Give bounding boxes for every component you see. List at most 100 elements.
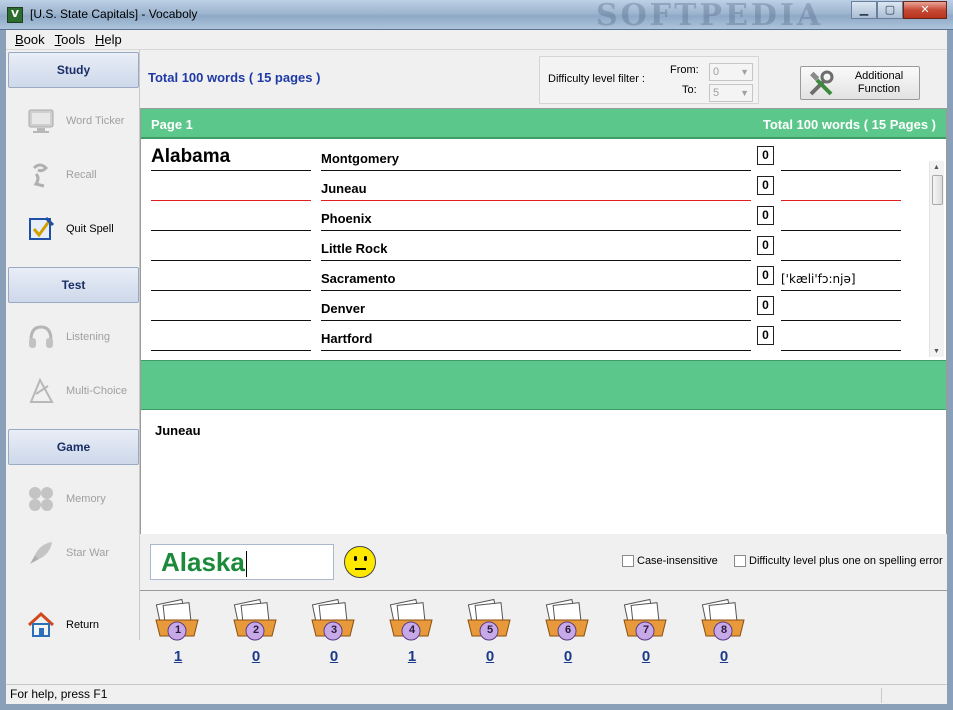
menu-help[interactable]: Help	[90, 32, 127, 47]
answer-strip: Alaska Case-insensitive Difficulty level…	[140, 534, 947, 590]
total-words-summary: Total 100 words ( 15 pages )	[148, 70, 321, 85]
recall-button[interactable]: Recall	[8, 150, 139, 200]
game-header[interactable]: Game	[8, 429, 139, 465]
filter-label: Difficulty level filter :	[548, 73, 645, 85]
review-box[interactable]: 3 0	[306, 598, 366, 670]
word-row-selected[interactable]: Juneau 0	[141, 171, 929, 201]
difficulty-filter: Difficulty level filter : From: 0 ▼ To: 5…	[539, 56, 759, 104]
review-box[interactable]: 7 0	[618, 598, 678, 670]
error-count: 0	[757, 146, 774, 165]
checkbox-box[interactable]	[622, 555, 634, 567]
answer-value: Alaska	[161, 547, 245, 577]
checkbox-box[interactable]	[734, 555, 746, 567]
page-header: Page 1 Total 100 words ( 15 Pages )	[141, 109, 946, 139]
box-number: 1	[174, 624, 182, 636]
resize-grip[interactable]	[881, 688, 945, 703]
monitor-icon	[24, 104, 58, 138]
word-row[interactable]: Denver 0	[141, 291, 929, 321]
review-box[interactable]: 5 0	[462, 598, 522, 670]
review-box[interactable]: 2 0	[228, 598, 288, 670]
meaning-text: Juneau	[321, 181, 367, 196]
home-icon	[24, 608, 58, 642]
box-number: 7	[642, 624, 650, 636]
box-number: 2	[252, 624, 260, 636]
box-count-link[interactable]: 0	[306, 648, 362, 665]
box-count-link[interactable]: 0	[696, 648, 752, 665]
review-box[interactable]: 6 0	[540, 598, 600, 670]
difficulty-plus-label: Difficulty level plus one on spelling er…	[749, 555, 943, 567]
meaning-text: Little Rock	[321, 241, 388, 256]
to-label: To:	[682, 84, 697, 96]
additional-function-button[interactable]: Additional Function	[800, 66, 920, 100]
review-box[interactable]: 4 1	[384, 598, 444, 670]
page-label: Page 1	[151, 117, 193, 132]
word-ticker-button[interactable]: Word Ticker	[8, 96, 139, 146]
return-button[interactable]: Return	[8, 600, 142, 650]
menu-tools[interactable]: Tools	[50, 32, 90, 47]
box-count-link[interactable]: 1	[384, 648, 440, 665]
multi-choice-button[interactable]: Multi-Choice	[8, 366, 139, 416]
recall-label: Recall	[66, 169, 97, 181]
meaning-text: Phoenix	[321, 211, 372, 226]
menu-book[interactable]: Book	[10, 32, 50, 47]
test-header[interactable]: Test	[8, 267, 139, 303]
scroll-down-icon[interactable]: ▼	[933, 348, 940, 355]
answer-input[interactable]: Alaska	[150, 544, 334, 580]
listening-button[interactable]: Listening	[8, 312, 139, 362]
word-row[interactable]: Alabama Montgomery 0	[141, 141, 929, 171]
detail-text: Juneau	[155, 423, 201, 438]
word-row[interactable]: Phoenix 0	[141, 201, 929, 231]
scroll-up-icon[interactable]: ▲	[933, 164, 940, 171]
star-war-label: Star War	[66, 547, 109, 559]
box-number: 3	[330, 624, 338, 636]
chevron-down-icon: ▼	[740, 67, 749, 77]
box-count-link[interactable]: 0	[228, 648, 284, 665]
additional-label-1: Additional	[854, 70, 904, 82]
meaning-text: Hartford	[321, 331, 373, 346]
error-count: 0	[757, 326, 774, 345]
from-select[interactable]: 0 ▼	[709, 63, 753, 81]
word-row[interactable]: Hartford 0	[141, 321, 929, 351]
page-total-label: Total 100 words ( 15 Pages )	[762, 117, 936, 132]
feedback-bar	[141, 360, 946, 410]
memory-label: Memory	[66, 493, 106, 505]
word-row[interactable]: Little Rock 0	[141, 231, 929, 261]
box-count-link[interactable]: 0	[618, 648, 674, 665]
to-select[interactable]: 5 ▼	[709, 84, 753, 102]
case-insensitive-checkbox[interactable]: Case-insensitive	[622, 555, 718, 567]
box-count-link[interactable]: 0	[540, 648, 596, 665]
review-box[interactable]: 1 1	[150, 598, 210, 670]
minimize-button[interactable]: ▁	[851, 1, 877, 19]
status-text: For help, press F1	[10, 687, 108, 701]
star-war-button[interactable]: Star War	[8, 528, 139, 578]
error-count: 0	[757, 206, 774, 225]
error-count: 0	[757, 176, 774, 195]
box-number: 6	[564, 624, 572, 636]
sidebar: Study Word Ticker Recall Quit Spell Test…	[6, 50, 140, 640]
quit-spell-button[interactable]: Quit Spell	[8, 204, 139, 254]
additional-label-2: Function	[857, 83, 901, 95]
meaning-text: Denver	[321, 301, 366, 316]
meaning-text: Montgomery	[321, 151, 399, 166]
scroll-thumb[interactable]	[932, 175, 943, 205]
close-button[interactable]: ✕	[903, 1, 947, 19]
error-count: 0	[757, 266, 774, 285]
maximize-button[interactable]: ▢	[877, 1, 903, 19]
memory-button[interactable]: Memory	[8, 474, 139, 524]
box-count-link[interactable]: 1	[150, 648, 206, 665]
recall-icon	[24, 158, 58, 192]
box-number: 4	[408, 624, 416, 636]
word-list-scrollbar[interactable]: ▲ ▼	[929, 161, 944, 357]
rocket-icon	[24, 536, 58, 570]
client-area: Study Word Ticker Recall Quit Spell Test…	[6, 50, 947, 684]
box-count-link[interactable]: 0	[462, 648, 518, 665]
case-insensitive-label: Case-insensitive	[637, 555, 718, 567]
multi-choice-icon	[24, 374, 58, 408]
study-header[interactable]: Study	[8, 52, 139, 88]
error-count: 0	[757, 296, 774, 315]
word-row[interactable]: Sacramento 0 ['kæli'fɔ:njə]	[141, 261, 929, 291]
status-bar: For help, press F1	[6, 684, 947, 704]
app-icon[interactable]: V	[7, 7, 23, 23]
difficulty-plus-checkbox[interactable]: Difficulty level plus one on spelling er…	[734, 555, 943, 567]
review-box[interactable]: 8 0	[696, 598, 756, 670]
